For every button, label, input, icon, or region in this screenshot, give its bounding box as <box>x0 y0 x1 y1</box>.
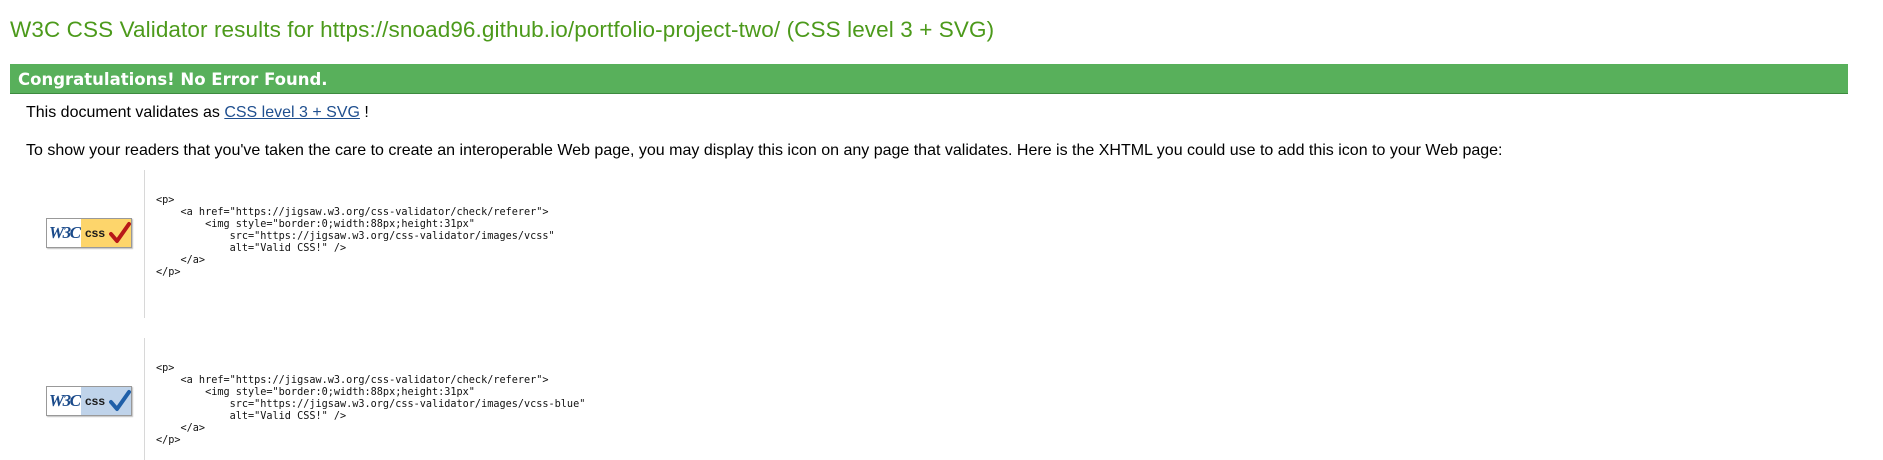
badge-divider <box>144 170 145 318</box>
badge-row-gold: W3C css <p> <a href="https://jigsaw.w3.o… <box>26 170 1226 318</box>
validation-suffix: ! <box>359 104 369 121</box>
w3c-logo: W3C <box>49 223 81 242</box>
badge-row-blue: W3C css <p> <a href="https://jigsaw.w3.o… <box>26 338 1226 460</box>
success-banner: Congratulations! No Error Found. <box>10 64 1848 94</box>
checkmark-blue-icon <box>109 390 131 411</box>
valid-css-badge-gold: W3C css <box>46 218 132 248</box>
page-title: W3C CSS Validator results for https://sn… <box>10 17 995 42</box>
icon-info-text: To show your readers that you've taken t… <box>26 142 1503 159</box>
w3c-logo: W3C <box>49 391 81 410</box>
css-badge-label: css <box>85 394 106 408</box>
valid-css-badge-blue: W3C css <box>46 386 132 416</box>
validation-statement: This document validates as CSS level 3 +… <box>26 104 369 122</box>
success-message: Congratulations! No Error Found. <box>18 70 328 89</box>
css-badge-label: css <box>85 226 106 240</box>
checkmark-red-icon <box>109 222 131 243</box>
badge-divider <box>144 338 145 460</box>
validation-prefix: This document validates as <box>26 104 225 121</box>
badge-snippet-code: <p> <a href="https://jigsaw.w3.org/css-v… <box>156 195 555 278</box>
badge-snippet-code: <p> <a href="https://jigsaw.w3.org/css-v… <box>156 363 586 446</box>
css-profile-link[interactable]: CSS level 3 + SVG <box>224 104 360 121</box>
